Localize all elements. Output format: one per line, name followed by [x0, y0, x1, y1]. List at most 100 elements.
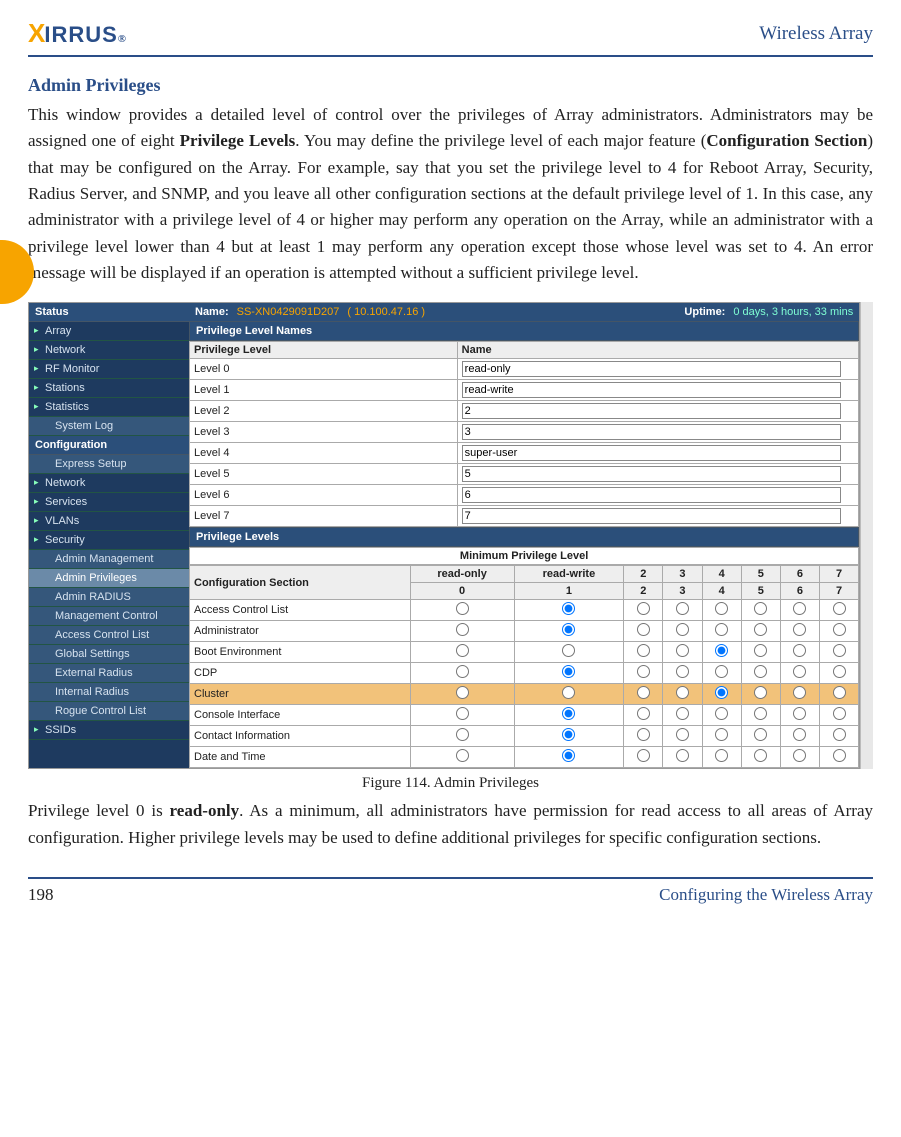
privilege-radio[interactable] [562, 602, 575, 615]
privilege-radio[interactable] [754, 644, 767, 657]
sidebar-subitem[interactable]: Admin RADIUS [29, 588, 189, 607]
privilege-radio[interactable] [754, 728, 767, 741]
level-name-input[interactable] [462, 487, 841, 503]
sidebar-subitem[interactable]: External Radius [29, 664, 189, 683]
privilege-radio[interactable] [562, 728, 575, 741]
sidebar-subitem[interactable]: Management Control [29, 607, 189, 626]
level-name-input[interactable] [462, 466, 841, 482]
privilege-radio[interactable] [715, 602, 728, 615]
sidebar-item[interactable]: Network [29, 341, 189, 360]
privilege-radio[interactable] [715, 686, 728, 699]
privilege-radio[interactable] [833, 728, 846, 741]
privilege-radio[interactable] [676, 686, 689, 699]
privilege-radio[interactable] [833, 665, 846, 678]
level-name-input[interactable] [462, 403, 841, 419]
privilege-radio[interactable] [562, 749, 575, 762]
privilege-radio[interactable] [676, 665, 689, 678]
cell-name [457, 464, 859, 485]
level-name-input[interactable] [462, 382, 841, 398]
sidebar-subitem[interactable]: Rogue Control List [29, 702, 189, 721]
privilege-radio[interactable] [456, 602, 469, 615]
privilege-radio[interactable] [793, 749, 806, 762]
table-row: Level 1 [190, 380, 859, 401]
sidebar-item[interactable]: VLANs [29, 512, 189, 531]
sidebar-item[interactable]: Services [29, 493, 189, 512]
privilege-radio[interactable] [637, 644, 650, 657]
privilege-radio[interactable] [456, 686, 469, 699]
sidebar-subitem[interactable]: Internal Radius [29, 683, 189, 702]
privilege-radio[interactable] [637, 602, 650, 615]
sidebar-subitem[interactable]: Admin Privileges [29, 569, 189, 588]
privilege-radio[interactable] [754, 602, 767, 615]
sidebar-item[interactable]: Security [29, 531, 189, 550]
level-name-input[interactable] [462, 424, 841, 440]
cell-radio [663, 705, 702, 726]
privilege-radio[interactable] [793, 728, 806, 741]
privilege-radio[interactable] [676, 602, 689, 615]
privilege-radio[interactable] [754, 623, 767, 636]
privilege-radio[interactable] [676, 623, 689, 636]
sidebar-subitem[interactable]: Global Settings [29, 645, 189, 664]
privilege-radio[interactable] [833, 623, 846, 636]
privilege-radio[interactable] [562, 644, 575, 657]
level-name-input[interactable] [462, 361, 841, 377]
privilege-radio[interactable] [793, 602, 806, 615]
logo-registered-icon: ® [118, 33, 126, 45]
privilege-radio[interactable] [754, 707, 767, 720]
sidebar-subitem[interactable]: Admin Management [29, 550, 189, 569]
sidebar-item[interactable]: Express Setup [29, 455, 189, 474]
privilege-radio[interactable] [562, 707, 575, 720]
scrollbar[interactable] [860, 302, 873, 769]
privilege-radio[interactable] [456, 644, 469, 657]
privilege-radio[interactable] [456, 623, 469, 636]
privilege-radio[interactable] [754, 749, 767, 762]
col-bottom: 3 [663, 583, 702, 600]
privilege-radio[interactable] [715, 707, 728, 720]
sidebar-subitem[interactable]: Access Control List [29, 626, 189, 645]
privilege-radio[interactable] [833, 644, 846, 657]
privilege-radio[interactable] [637, 728, 650, 741]
level-name-input[interactable] [462, 508, 841, 524]
privilege-radio[interactable] [833, 686, 846, 699]
sidebar-item[interactable]: System Log [29, 417, 189, 436]
privilege-radio[interactable] [833, 707, 846, 720]
privilege-radio[interactable] [715, 644, 728, 657]
privilege-radio[interactable] [833, 602, 846, 615]
privilege-radio[interactable] [793, 686, 806, 699]
privilege-radio[interactable] [456, 665, 469, 678]
privilege-radio[interactable] [562, 686, 575, 699]
sidebar-item[interactable]: Statistics [29, 398, 189, 417]
privilege-radio[interactable] [793, 707, 806, 720]
privilege-radio[interactable] [676, 644, 689, 657]
privilege-radio[interactable] [833, 749, 846, 762]
privilege-radio[interactable] [793, 623, 806, 636]
privilege-radio[interactable] [715, 728, 728, 741]
level-name-input[interactable] [462, 445, 841, 461]
privilege-radio[interactable] [715, 665, 728, 678]
privilege-radio[interactable] [715, 749, 728, 762]
sidebar-item[interactable]: Network [29, 474, 189, 493]
privilege-radio[interactable] [676, 707, 689, 720]
privilege-radio[interactable] [676, 728, 689, 741]
privilege-radio[interactable] [562, 665, 575, 678]
sidebar-item[interactable]: Array [29, 322, 189, 341]
privilege-radio[interactable] [637, 707, 650, 720]
privilege-radio[interactable] [637, 686, 650, 699]
sidebar-item-ssids[interactable]: SSIDs [29, 721, 189, 740]
privilege-radio[interactable] [793, 665, 806, 678]
privilege-radio[interactable] [637, 665, 650, 678]
privilege-radio[interactable] [562, 623, 575, 636]
privilege-radio[interactable] [637, 623, 650, 636]
privilege-radio[interactable] [456, 749, 469, 762]
privilege-radio[interactable] [456, 707, 469, 720]
privilege-radio[interactable] [754, 665, 767, 678]
privilege-radio[interactable] [676, 749, 689, 762]
privilege-radio[interactable] [715, 623, 728, 636]
sidebar-item[interactable]: Stations [29, 379, 189, 398]
sidebar-item[interactable]: RF Monitor [29, 360, 189, 379]
privilege-radio[interactable] [637, 749, 650, 762]
sidebar-header-config: Configuration [29, 436, 189, 455]
privilege-radio[interactable] [754, 686, 767, 699]
privilege-radio[interactable] [793, 644, 806, 657]
privilege-radio[interactable] [456, 728, 469, 741]
